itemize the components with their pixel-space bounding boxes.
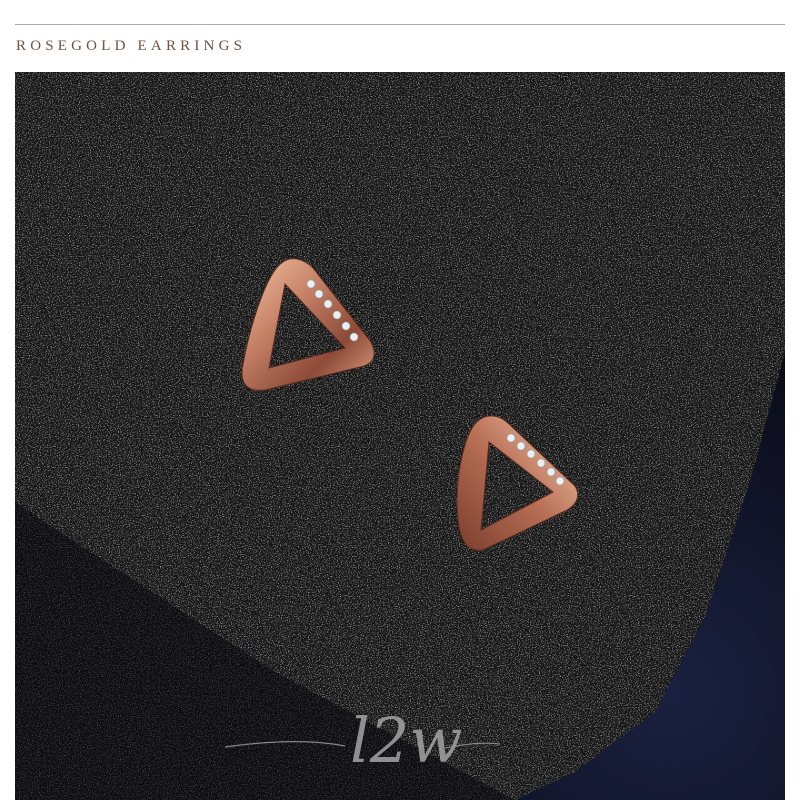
page-title: ROSEGOLD EARRINGS xyxy=(16,38,247,54)
product-photo: l2w xyxy=(15,72,785,800)
watermark-text: l2w xyxy=(350,704,462,777)
header-divider xyxy=(15,24,785,25)
